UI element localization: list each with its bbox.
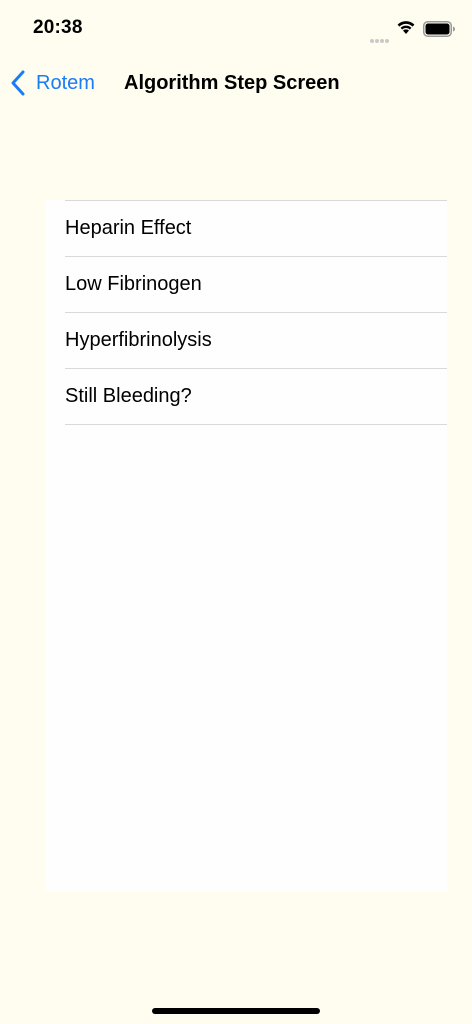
chevron-left-icon [11, 70, 25, 96]
page-title: Algorithm Step Screen [124, 72, 340, 94]
wifi-icon [397, 21, 415, 34]
status-time: 20:38 [33, 17, 83, 38]
content-panel: Heparin Effect Low Fibrinogen Hyperfibri… [45, 200, 447, 892]
back-button[interactable]: Rotem [10, 68, 95, 98]
list-item-still-bleeding[interactable]: Still Bleeding? [65, 368, 447, 425]
list-item-hyperfibrinolysis[interactable]: Hyperfibrinolysis [65, 312, 447, 368]
list-item-low-fibrinogen[interactable]: Low Fibrinogen [65, 256, 447, 312]
list-item-heparin-effect[interactable]: Heparin Effect [65, 200, 447, 256]
home-indicator[interactable] [152, 1008, 320, 1014]
navigation-bar: Rotem Algorithm Step Screen [0, 56, 472, 112]
battery-icon [423, 21, 455, 37]
back-button-label: Rotem [36, 71, 95, 94]
algorithm-step-list: Heparin Effect Low Fibrinogen Hyperfibri… [45, 200, 447, 425]
status-bar: 20:38 [0, 0, 472, 56]
cellular-signal-icon [370, 30, 392, 43]
